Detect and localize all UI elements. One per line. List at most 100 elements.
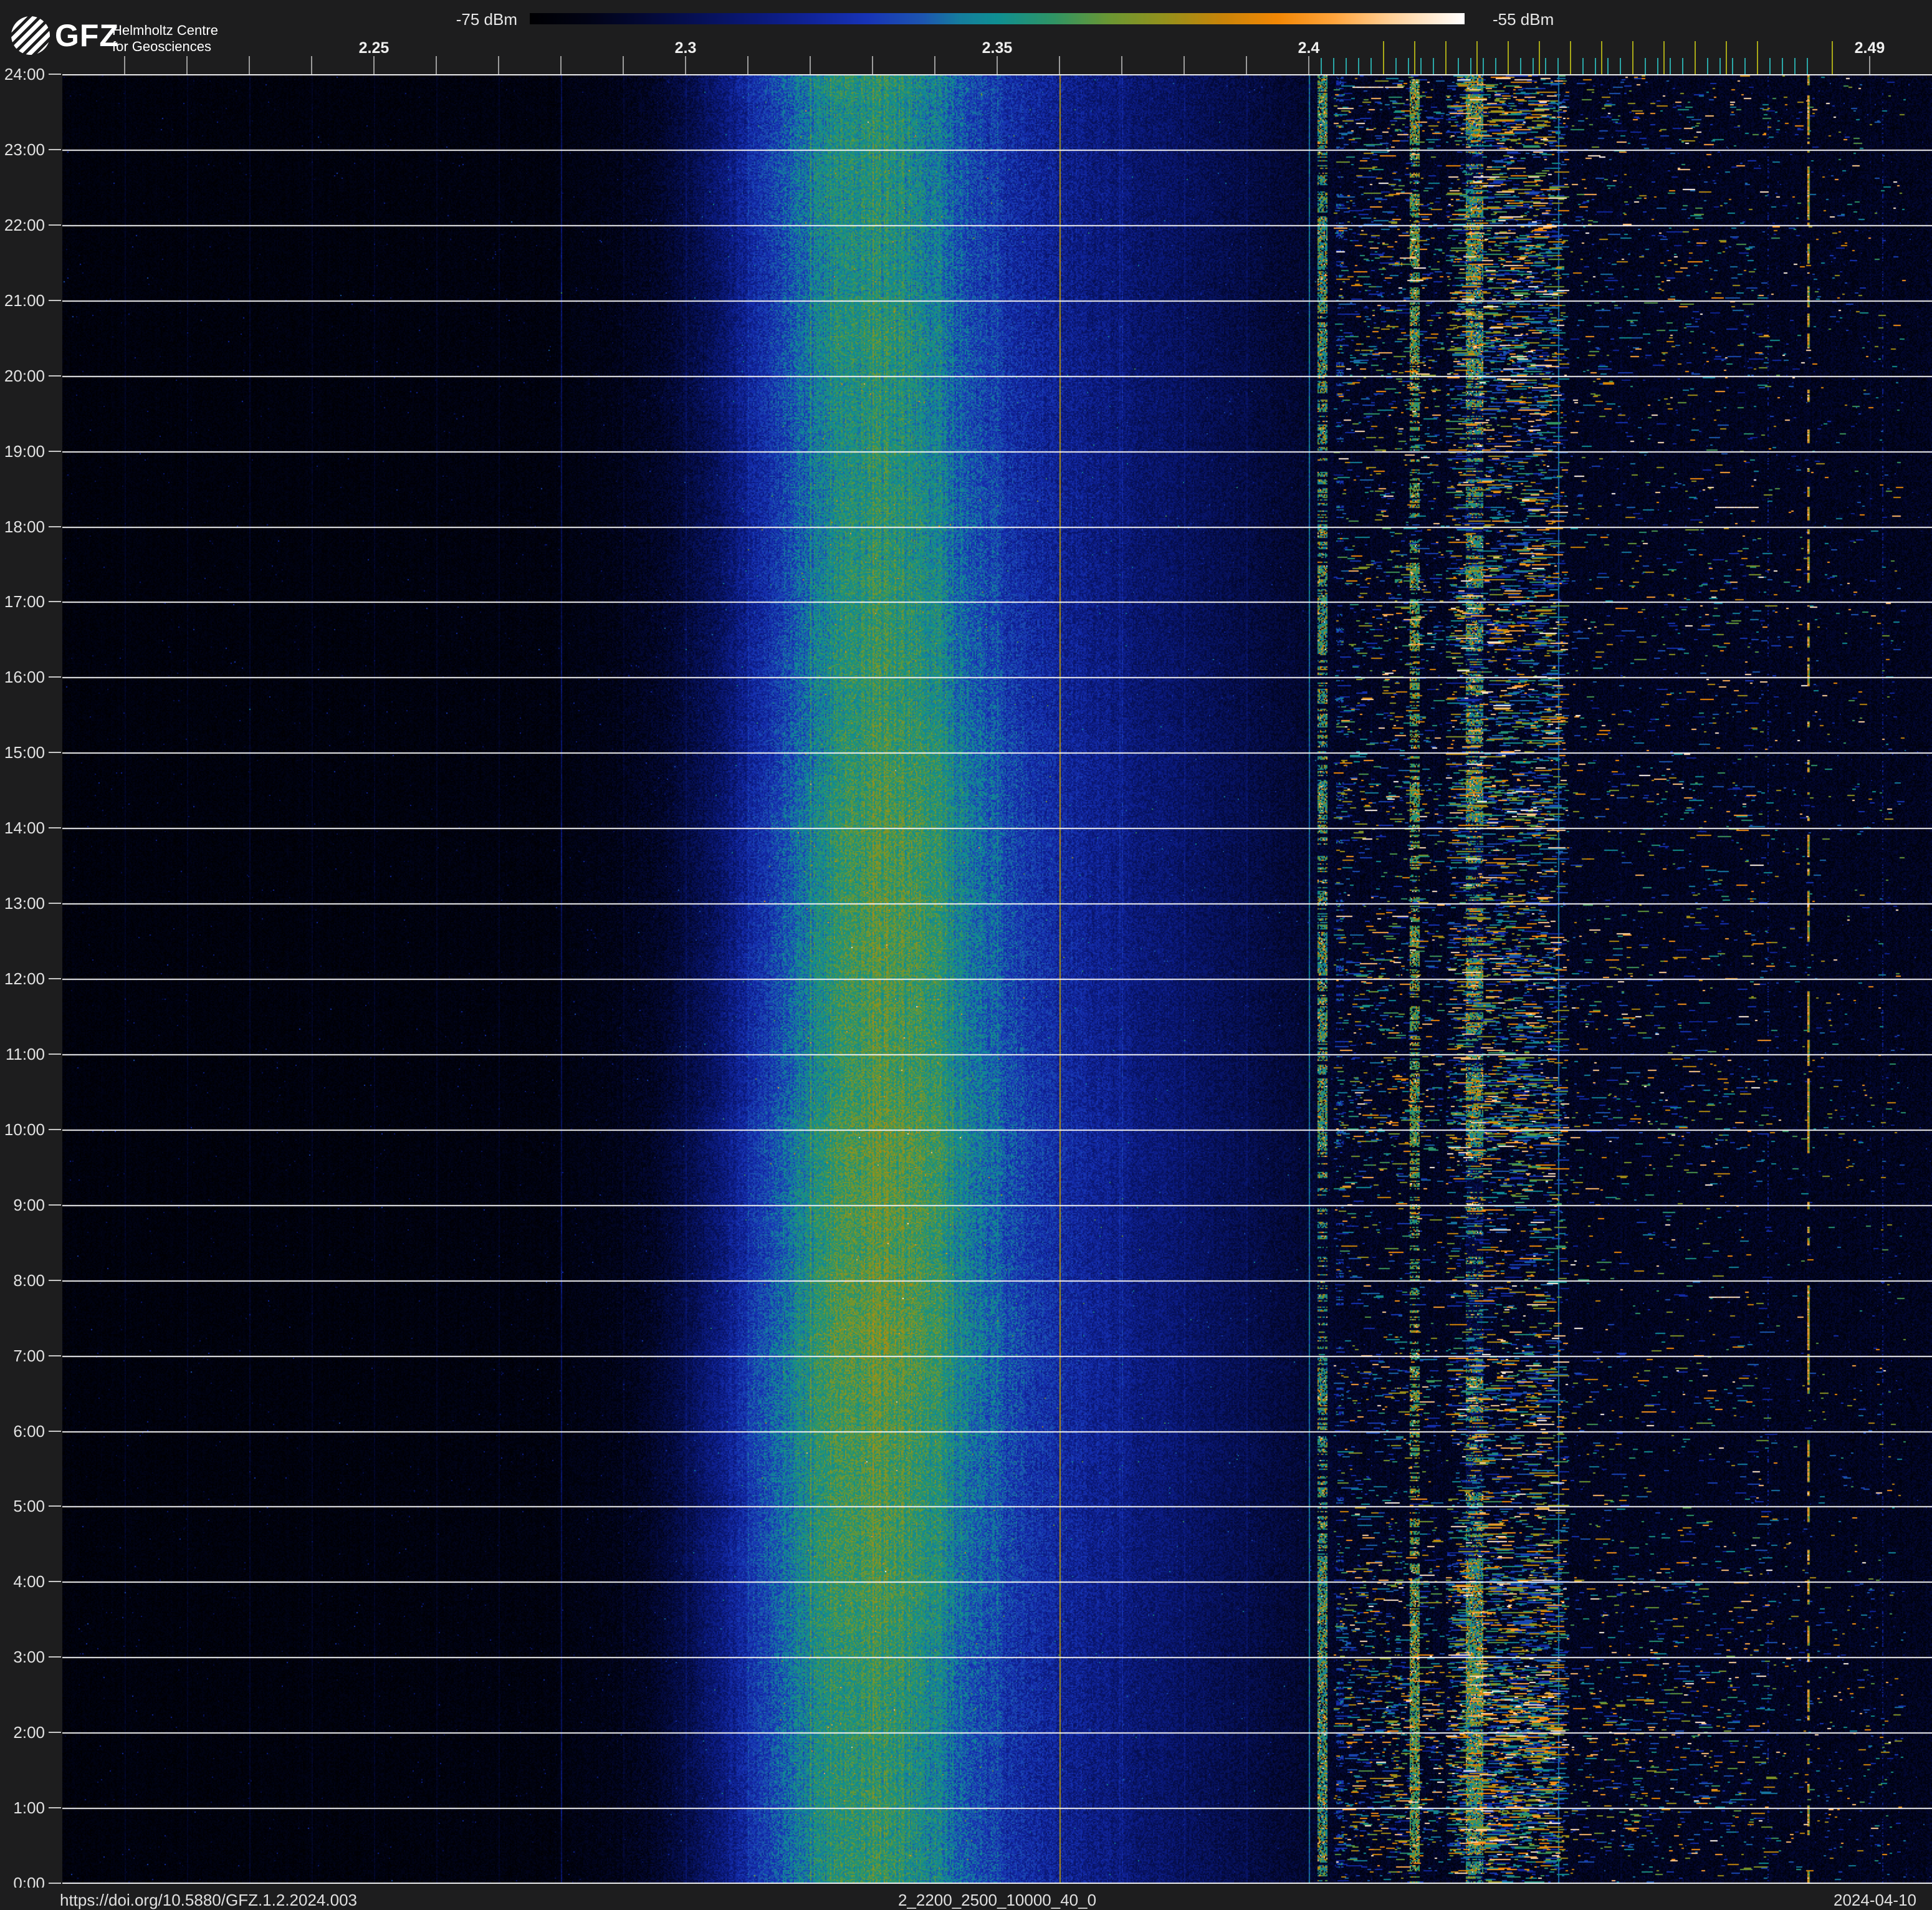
freq-tick-minor (872, 56, 873, 74)
freq-tick-wifi-channel (1757, 41, 1758, 74)
time-label: 7:00 (13, 1346, 45, 1365)
logo-org-text: GFZ (55, 18, 119, 53)
time-label: 19:00 (4, 441, 45, 461)
freq-tick-ism (1545, 58, 1546, 74)
time-label: 5:00 (13, 1497, 45, 1516)
freq-tick-ism (1458, 58, 1459, 74)
time-tick (49, 74, 61, 75)
time-tick (49, 1430, 61, 1432)
freq-tick-ism (1433, 58, 1434, 74)
time-tick (49, 978, 61, 979)
time-tick (49, 224, 61, 226)
freq-tick-ism (1420, 58, 1422, 74)
time-tick (49, 1883, 61, 1884)
time-tick (49, 676, 61, 678)
freq-tick-label: 2.35 (982, 39, 1013, 57)
freq-tick-major (997, 56, 998, 74)
freq-tick-minor (1246, 56, 1247, 74)
time-label: 18:00 (4, 517, 45, 536)
colorbar-gradient (530, 13, 1465, 24)
freq-tick-ism (1495, 58, 1496, 74)
date-label: 2024-04-10 (1834, 1891, 1916, 1909)
time-label: 6:00 (13, 1421, 45, 1441)
time-tick (49, 1581, 61, 1583)
freq-tick-wifi-channel (1476, 41, 1478, 74)
freq-tick-major (1869, 56, 1870, 74)
freq-tick-minor (560, 56, 562, 74)
time-label: 11:00 (5, 1044, 45, 1063)
freq-tick-ism (1408, 58, 1409, 74)
time-label: 8:00 (13, 1270, 45, 1290)
freq-tick-minor (934, 56, 935, 74)
freq-tick-minor (1121, 56, 1122, 74)
freq-tick-ism (1520, 58, 1521, 74)
time-label: 20:00 (4, 366, 45, 385)
freq-tick-ism (1645, 58, 1646, 74)
freq-tick-wifi-channel (1832, 41, 1833, 74)
freq-tick-ism (1557, 58, 1559, 74)
freq-tick-minor (436, 56, 437, 74)
time-label: 13:00 (4, 894, 45, 913)
spectrogram-heatmap (62, 74, 1932, 1884)
time-tick (49, 1807, 61, 1809)
freq-tick-minor (623, 56, 624, 74)
spectrogram-viewer-page: GFZ Helmholtz Centre for Geosciences -75… (0, 0, 1932, 1910)
freq-tick-ism (1657, 58, 1658, 74)
freq-tick-wifi-channel (1663, 41, 1665, 74)
time-tick (49, 752, 61, 754)
freq-tick-wifi-channel (1570, 41, 1571, 74)
freq-tick-ism (1807, 58, 1808, 74)
dataset-id-label: 2_2200_2500_10000_40_0 (897, 1891, 1097, 1909)
time-label: 12:00 (4, 969, 45, 988)
freq-tick-minor (1059, 56, 1060, 74)
time-label: 14:00 (4, 818, 45, 838)
freq-tick-wifi-channel (1508, 41, 1509, 74)
freq-tick-minor (124, 56, 125, 74)
freq-tick-ism (1607, 58, 1609, 74)
freq-tick-ism (1533, 58, 1534, 74)
freq-tick-ism (1321, 58, 1322, 74)
time-tick (49, 525, 61, 527)
time-label: 1:00 (13, 1798, 45, 1818)
freq-tick-ism (1470, 58, 1471, 74)
time-tick (49, 1355, 61, 1356)
time-tick (49, 299, 61, 301)
time-label: 22:00 (4, 215, 45, 234)
time-tick (49, 1505, 61, 1507)
time-tick (49, 1053, 61, 1055)
freq-tick-ism (1370, 58, 1372, 74)
freq-tick-ism (1582, 58, 1584, 74)
time-tick (49, 827, 61, 829)
freq-tick-major (685, 56, 686, 74)
colorbar-min-label: -75 dBm (456, 10, 517, 29)
freq-tick-ism (1732, 58, 1733, 74)
freq-tick-wifi-channel (1632, 41, 1633, 74)
time-label: 21:00 (4, 290, 45, 310)
freq-tick-minor (249, 56, 250, 74)
time-label: 2:00 (13, 1723, 45, 1742)
freq-tick-major (1308, 56, 1309, 74)
freq-tick-ism (1707, 58, 1708, 74)
freq-tick-ism (1333, 58, 1334, 74)
freq-tick-minor (810, 56, 811, 74)
time-label: 9:00 (13, 1195, 45, 1214)
time-tick (49, 450, 61, 452)
colorbar-max-label: -55 dBm (1493, 10, 1554, 29)
time-tick (49, 1279, 61, 1281)
time-tick (49, 148, 61, 150)
freq-tick-minor (498, 56, 499, 74)
freq-tick-label: 2.49 (1854, 39, 1885, 57)
freq-tick-ism (1620, 58, 1621, 74)
freq-tick-ism (1346, 58, 1347, 74)
time-label: 16:00 (4, 668, 45, 687)
freq-tick-wifi-channel (1601, 41, 1602, 74)
freq-tick-ism (1794, 58, 1796, 74)
time-label: 4:00 (13, 1572, 45, 1591)
logo-subtitle-line1: Helmholtz Centre (112, 22, 218, 38)
time-tick (49, 1732, 61, 1734)
freq-tick-label: 2.4 (1298, 39, 1320, 57)
freq-tick-ism (1670, 58, 1671, 74)
time-label: 3:00 (13, 1648, 45, 1667)
time-tick (49, 375, 61, 377)
freq-tick-wifi-channel (1383, 41, 1384, 74)
